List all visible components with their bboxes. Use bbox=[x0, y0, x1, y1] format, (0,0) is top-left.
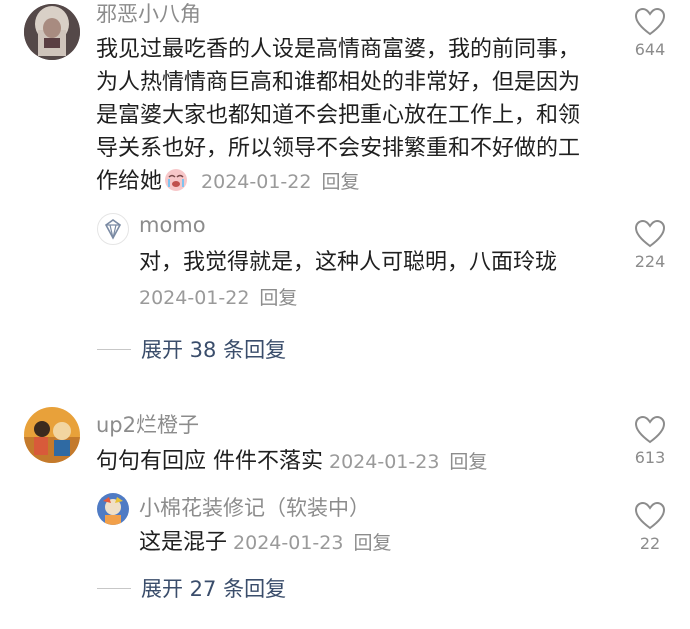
like-button[interactable]: 224 bbox=[630, 220, 670, 271]
like-button[interactable]: 613 bbox=[630, 416, 670, 467]
like-button[interactable]: 644 bbox=[630, 8, 670, 59]
heart-outline-icon bbox=[635, 8, 665, 36]
like-button[interactable]: 22 bbox=[630, 502, 670, 553]
like-count: 644 bbox=[634, 40, 666, 59]
like-count: 224 bbox=[634, 252, 666, 271]
reply-username[interactable]: momo bbox=[139, 213, 206, 237]
like-count: 22 bbox=[639, 534, 661, 553]
avatar[interactable] bbox=[24, 407, 80, 463]
divider-line bbox=[97, 587, 131, 589]
reply-button[interactable]: 回复 bbox=[321, 171, 359, 193]
comment-text: 我见过最吃香的人设是高情商富婆，我的前同事，为人热情情商巨高和谁都相处的非常好，… bbox=[96, 33, 596, 199]
reply-button[interactable]: 回复 bbox=[353, 532, 391, 554]
expand-replies-button[interactable]: 展开 27 条回复 bbox=[97, 573, 286, 603]
reply-date: 2024-01-22 bbox=[139, 287, 250, 309]
reply-button[interactable]: 回复 bbox=[259, 287, 297, 309]
reply-button[interactable]: 回复 bbox=[449, 451, 487, 473]
heart-outline-icon bbox=[635, 416, 665, 444]
reply-text: 对，我觉得就是，这种人可聪明，八面玲珑 bbox=[139, 250, 558, 275]
heart-outline-icon bbox=[635, 502, 665, 530]
comment-date: 2024-01-23 bbox=[329, 451, 440, 473]
expand-label: 展开 27 条回复 bbox=[141, 577, 287, 601]
comment-username[interactable]: up2烂橙子 bbox=[96, 409, 199, 439]
crying-face-emoji bbox=[164, 168, 188, 192]
expand-replies-button[interactable]: 展开 38 条回复 bbox=[97, 334, 286, 364]
expand-label: 展开 38 条回复 bbox=[141, 338, 287, 362]
divider-line bbox=[97, 348, 131, 350]
comment-date: 2024-01-22 bbox=[201, 171, 312, 193]
heart-outline-icon bbox=[635, 220, 665, 248]
reply-text: 这是混子 2024-01-23 回复 bbox=[139, 526, 391, 560]
reply-meta: 2024-01-22 回复 bbox=[139, 281, 297, 315]
reply-date: 2024-01-23 bbox=[233, 532, 344, 554]
reply-body: 这是混子 bbox=[139, 530, 228, 555]
avatar[interactable] bbox=[97, 493, 129, 525]
reply-username[interactable]: 小棉花装修记（软装中） bbox=[139, 492, 370, 522]
comment-body: 句句有回应 件件不落实 bbox=[96, 449, 323, 474]
like-count: 613 bbox=[634, 448, 666, 467]
comment-username[interactable]: 邪恶小八角 bbox=[96, 0, 201, 28]
avatar[interactable] bbox=[97, 213, 129, 245]
comment-text: 句句有回应 件件不落实 2024-01-23 回复 bbox=[96, 445, 487, 479]
avatar[interactable] bbox=[24, 4, 80, 60]
